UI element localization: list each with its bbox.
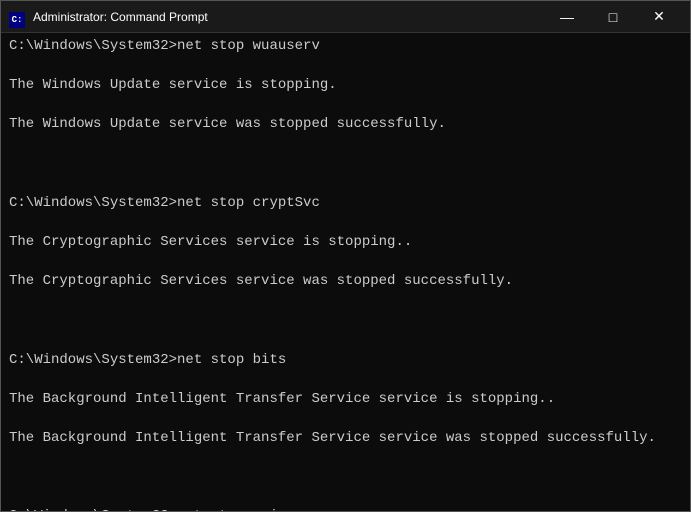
terminal-command: C:\Windows\System32>net stop wuauserv — [9, 37, 682, 57]
terminal-blank-line — [9, 488, 682, 508]
terminal-command: C:\Windows\System32>net stop msiserver — [9, 507, 682, 511]
window-controls: — □ ✕ — [544, 1, 682, 33]
terminal-blank-line — [9, 311, 682, 331]
terminal-output-line: The Windows Update service is stopping. — [9, 76, 682, 96]
terminal-command: C:\Windows\System32>net stop bits — [9, 351, 682, 371]
terminal-body[interactable]: C:\Windows\System32>net stop wuauserv The… — [1, 33, 690, 511]
terminal-blank-line — [9, 468, 682, 488]
terminal-output-line: The Cryptographic Services service is st… — [9, 233, 682, 253]
minimize-button[interactable]: — — [544, 1, 590, 33]
window-icon: C: — [9, 9, 25, 25]
maximize-button[interactable]: □ — [590, 1, 636, 33]
terminal-output-line: The Background Intelligent Transfer Serv… — [9, 390, 682, 410]
terminal-blank-line — [9, 174, 682, 194]
close-button[interactable]: ✕ — [636, 1, 682, 33]
terminal-output-line: The Windows Update service was stopped s… — [9, 115, 682, 135]
command-prompt-window: C: Administrator: Command Prompt — □ ✕ C… — [0, 0, 691, 512]
window-title: Administrator: Command Prompt — [33, 10, 544, 24]
terminal-command: C:\Windows\System32>net stop cryptSvc — [9, 194, 682, 214]
terminal-blank-line — [9, 331, 682, 351]
terminal-output-line: The Cryptographic Services service was s… — [9, 272, 682, 292]
terminal-output-line: The Background Intelligent Transfer Serv… — [9, 429, 682, 449]
title-bar: C: Administrator: Command Prompt — □ ✕ — [1, 1, 690, 33]
terminal-blank-line — [9, 155, 682, 175]
